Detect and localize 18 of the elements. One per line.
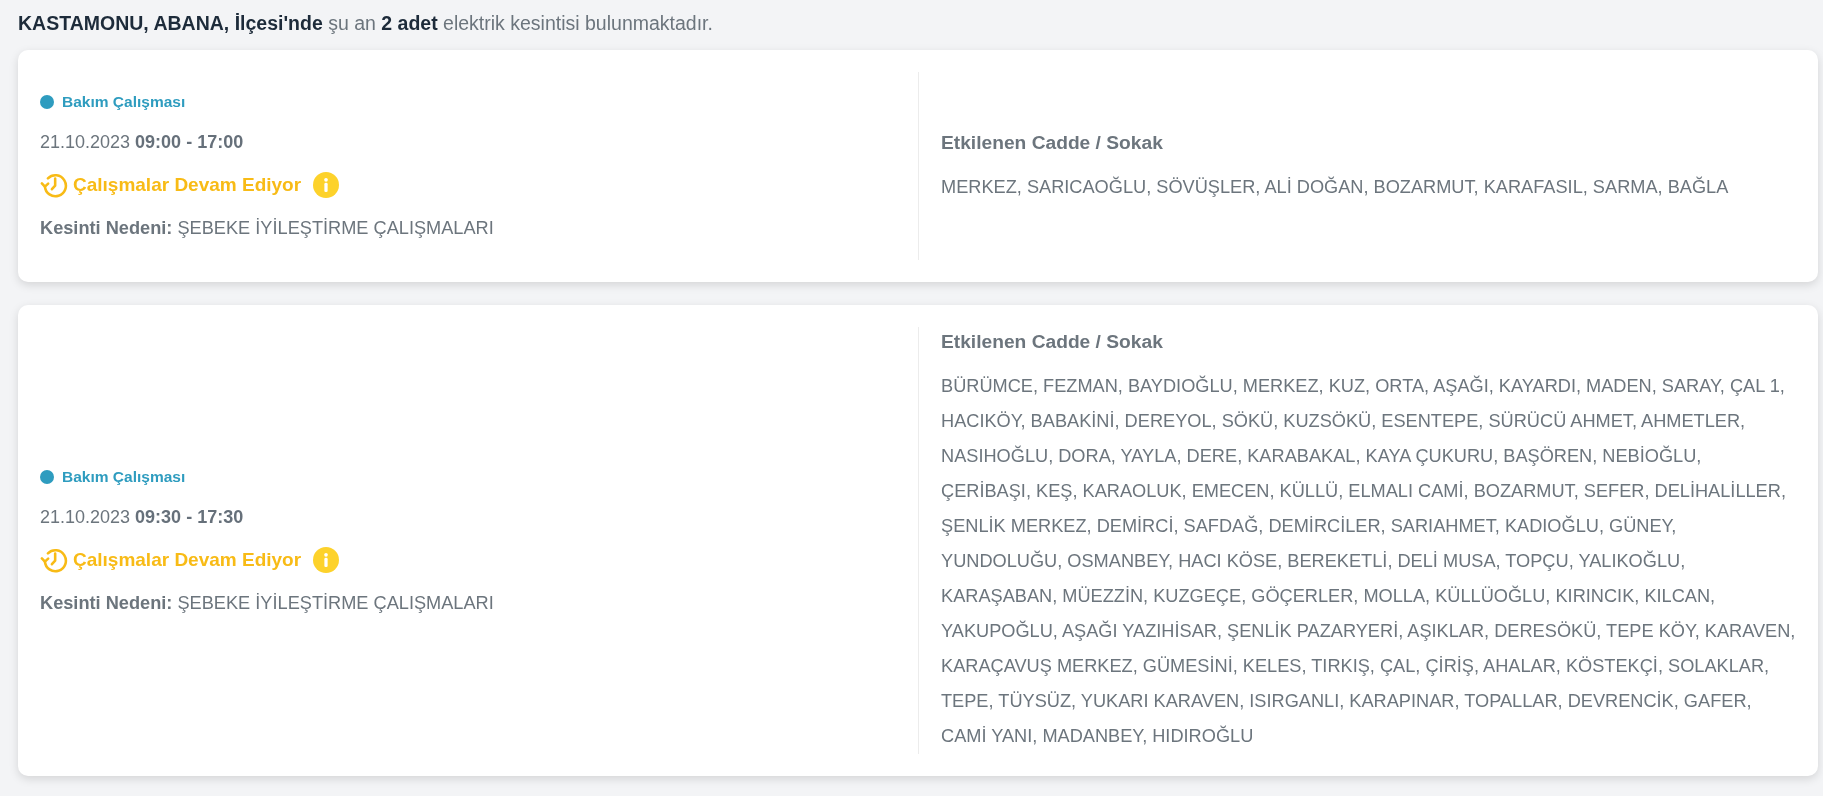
date-time-text: 21.10.2023 09:30 - 17:30 (40, 505, 245, 529)
status-dot-icon (40, 95, 54, 109)
outage-type-label: Bakım Çalışması (62, 466, 186, 487)
status-dot-icon (40, 469, 54, 484)
info-icon[interactable] (313, 172, 340, 198)
reason-text: Kesinti Nedeni: ŞEBEKE İYİLEŞTİRME ÇALIŞMALARI (40, 217, 495, 240)
clock-arrow-icon (40, 171, 68, 199)
reason-text: Kesinti Nedeni: ŞEBEKE İYİLEŞTİRME ÇALIŞMALARI (40, 591, 495, 615)
summary-text: KASTAMONU, ABANA, İlçesi'nde şu an 2 adet elektrik kesintisi bulunmaktadır. (18, 11, 714, 36)
status-text: Çalışmalar Devam Ediyor (73, 173, 302, 197)
streets-heading: Etkilenen Cadde / Sokak (941, 130, 1164, 155)
streets-text: MERKEZ, SARICAOĞLU, SÖVÜŞLER, ALİ DOĞAN, BOZARMUT, KARAFASIL, SARMA, BAĞLA (941, 175, 1730, 199)
outage-type-label: Bakım Çalışması (62, 92, 186, 112)
status-text: Çalışmalar Devam Ediyor (73, 547, 302, 572)
streets-heading: Etkilenen Cadde / Sokak (941, 330, 1164, 354)
date-time-text: 21.10.2023 09:00 - 17:00 (40, 131, 245, 154)
info-icon[interactable] (313, 546, 340, 573)
streets-text: BÜRÜMCE, FEZMAN, BAYDIOĞLU, MERKEZ, KUZ, ORTA, AŞAĞI, KAYARDI, MADEN, SARAY, ÇAL 1, HACIKÖY, BABAKİNİ, DEREYOL, SÖKÜ, KUZSÖKÜ, ESENTEPE, SÜRÜCÜ AHMET, AHMETLER, NASIHOĞLU, DORA, YAYLA, DERE, KARABAKAL, KAYA ÇUKURU, BAŞÖREN, NEBİOĞLU, ÇERİBAŞI, KEŞ, KARAOLUK, EMECEN, KÜLLÜ, ELMALI CAMİ, BOZARMUT, SEFER, DELİHALİLLER, ŞENLİK MERKEZ, DEMİRCİ, SAFDAĞ, DEMİRCİLER, SARIAHMET, KADIOĞLU, GÜNEY, YUNDOLUĞU, OSMANBEY, HACI KÖSE, BEREKETLİ, DELİ MUSA, TOPÇU, YALIKOĞLU, KARAŞABAN, MÜEZZİN, KUZGEÇE, GÖÇERLER, MOLLA, KÜLLÜOĞLU, KIRINCIK, KILCAN, YAKUPOĞLU, AŞAĞI YAZIHİSAR, ŞENLİK PAZARYERİ, AŞIKLAR, DERESÖKÜ, TEPE KÖY, KARAVEN, KARAÇAVUŞ MERKEZ, GÜMESİNİ, KELES, TIRKIŞ, ÇAL, ÇİRİŞ, AHALAR, KÖSTEKÇİ, SOLAKLAR, TEPE, TÜYSÜZ, YUKARI KARAVEN, ISIRGANLI, KARAPINAR, TOPALLAR, DEVRENCİK, GAFER, CAMİ YANI, MADANBEY, HIDIROĞLU (941, 374, 1796, 748)
